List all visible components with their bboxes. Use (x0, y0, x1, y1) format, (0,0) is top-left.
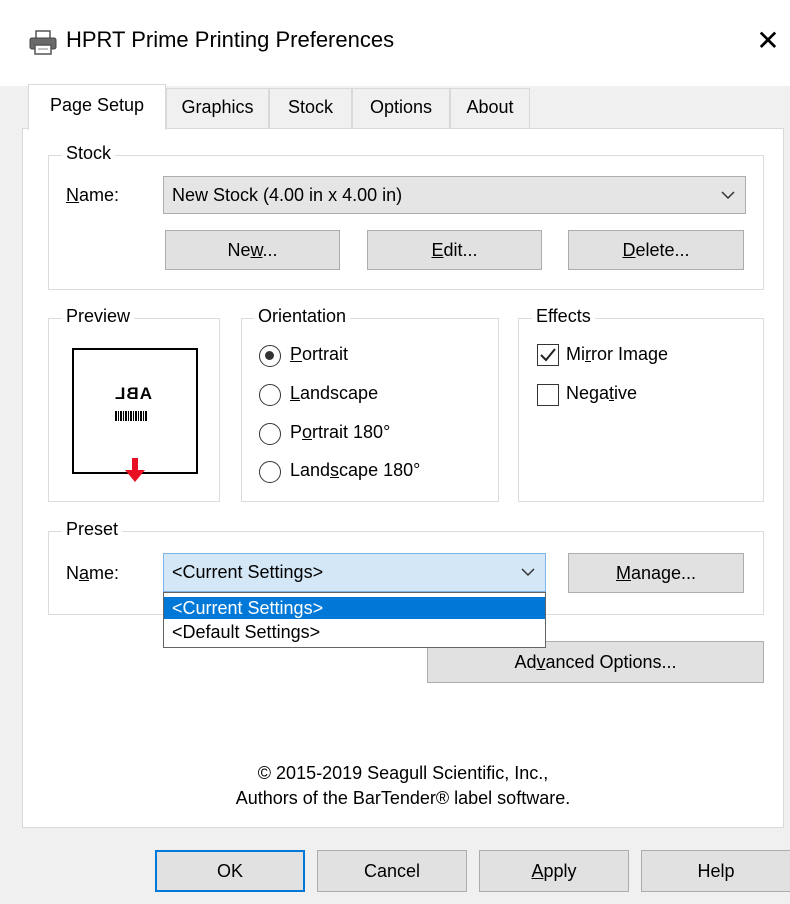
effects-group-label: Effects (532, 306, 595, 327)
chevron-down-icon (721, 177, 735, 225)
landscape-label[interactable]: Landscape (290, 383, 378, 404)
label-preview: ABL (72, 348, 198, 474)
tab-about[interactable]: About (450, 88, 530, 128)
title-bar: HPRT Prime Printing Preferences ✕ (0, 0, 790, 86)
preset-group-label: Preset (62, 519, 123, 540)
dropdown-option-current-settings[interactable]: <Current Settings> (164, 597, 545, 619)
portrait-radio[interactable] (259, 345, 281, 367)
portrait-180-radio[interactable] (259, 423, 281, 445)
new-stock-button[interactable]: New... (165, 230, 340, 270)
manage-presets-button[interactable]: Manage... (568, 553, 744, 593)
preset-dropdown-list: <Current Settings> <Default Settings> (163, 592, 546, 648)
apply-button[interactable]: Apply (479, 850, 629, 892)
feed-direction-arrow-icon (122, 458, 148, 489)
copyright-line-2: Authors of the BarTender® label software… (235, 788, 571, 808)
help-button[interactable]: Help (641, 850, 790, 892)
preset-name-value: <Current Settings> (172, 562, 324, 582)
portrait-180-label[interactable]: Portrait 180° (290, 422, 390, 443)
close-button[interactable]: ✕ (748, 22, 788, 62)
stock-group-label: Stock (62, 143, 116, 164)
preview-sample-text: ABL (114, 384, 152, 403)
stock-name-combobox[interactable]: New Stock (4.00 in x 4.00 in) (163, 176, 746, 214)
preview-group-label: Preview (62, 306, 135, 327)
orientation-group-label: Orientation (254, 306, 351, 327)
tab-options[interactable]: Options (352, 88, 450, 128)
barcode-icon (115, 405, 147, 426)
printer-icon (28, 30, 58, 56)
edit-stock-button[interactable]: Edit... (367, 230, 542, 270)
preset-name-combobox[interactable]: <Current Settings> (163, 553, 546, 592)
landscape-180-radio[interactable] (259, 461, 281, 483)
dropdown-option-default-settings[interactable]: <Default Settings> (164, 621, 545, 643)
preset-name-label: Name: (66, 563, 120, 583)
cancel-button[interactable]: Cancel (317, 850, 467, 892)
portrait-label[interactable]: Portrait (290, 344, 348, 365)
stock-name-label: Name: (66, 185, 120, 205)
stock-name-value: New Stock (4.00 in x 4.00 in) (172, 185, 403, 205)
delete-stock-button[interactable]: Delete... (568, 230, 744, 270)
tab-stock[interactable]: Stock (269, 88, 352, 128)
tab-graphics[interactable]: Graphics (166, 88, 269, 128)
window-title: HPRT Prime Printing Preferences (66, 27, 395, 52)
mirror-image-checkbox[interactable] (537, 344, 559, 366)
landscape-180-label[interactable]: Landscape 180° (290, 460, 420, 481)
mirror-image-label[interactable]: Mirror Image (566, 344, 668, 365)
copyright-line-1: © 2015-2019 Seagull Scientific, Inc., (257, 763, 549, 783)
tab-page-setup[interactable]: Page Setup (28, 84, 166, 130)
negative-label[interactable]: Negative (566, 383, 637, 404)
negative-checkbox[interactable] (537, 384, 559, 406)
ok-button[interactable]: OK (155, 850, 305, 892)
landscape-radio[interactable] (259, 384, 281, 406)
